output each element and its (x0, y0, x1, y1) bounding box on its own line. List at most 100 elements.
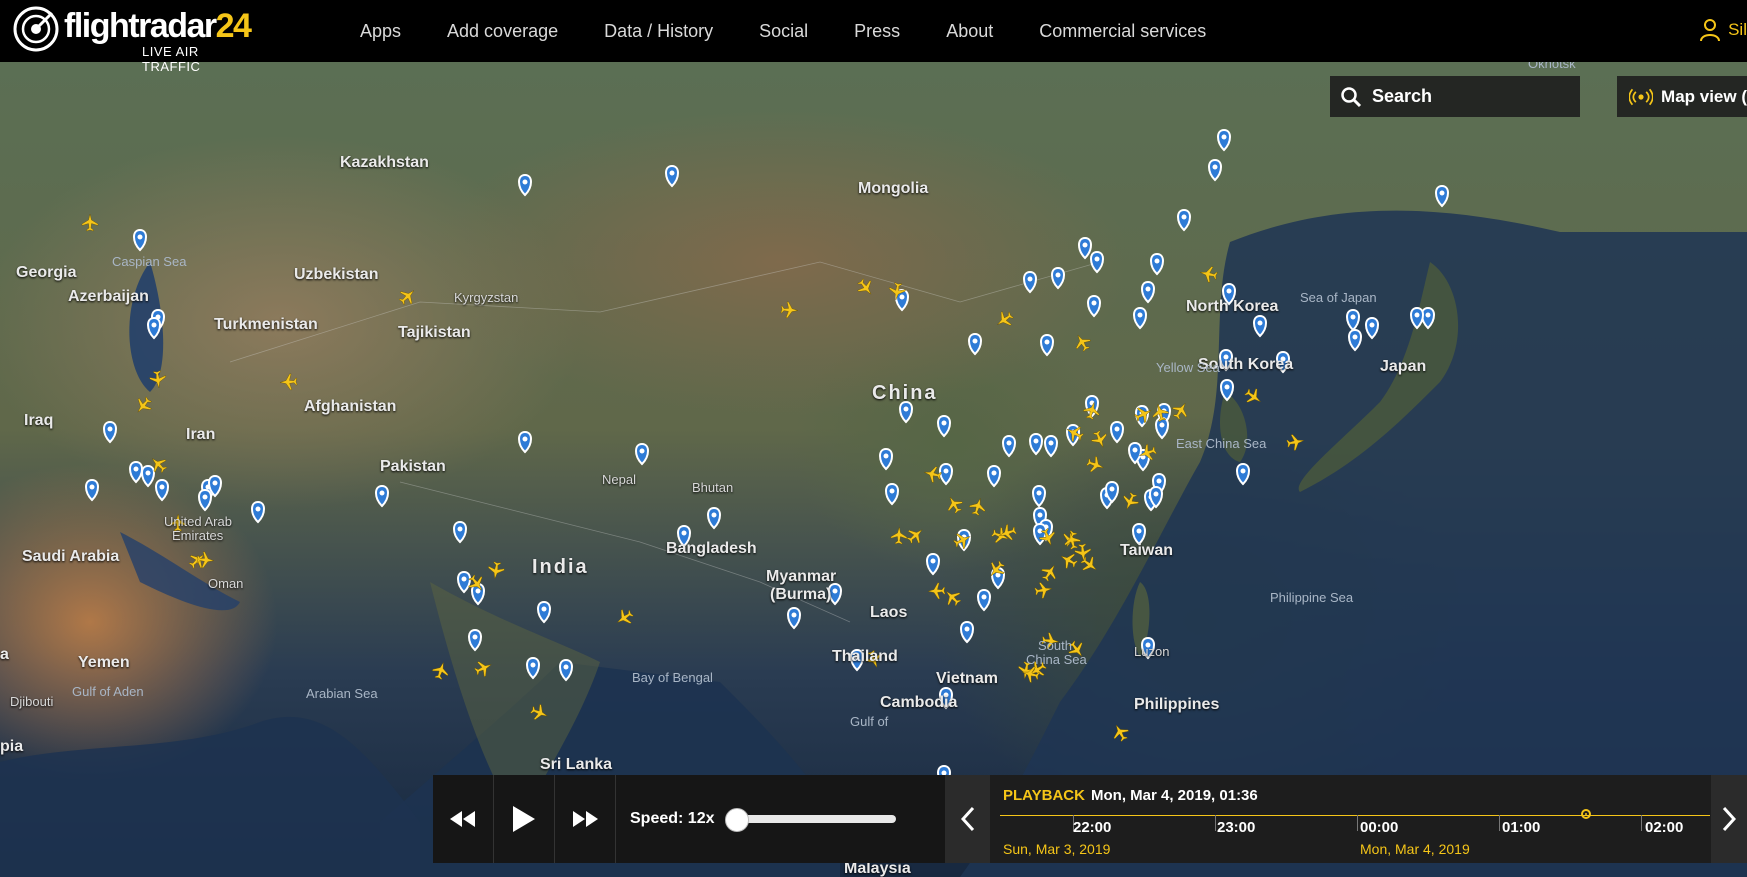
airport-marker-icon[interactable] (1435, 184, 1449, 208)
airport-marker-icon[interactable] (1217, 128, 1231, 152)
nav-social[interactable]: Social (759, 21, 808, 42)
flight-map[interactable]: Kazakhstan Mongolia Georgia Azerbaijan U… (0, 62, 1747, 877)
airport-marker-icon[interactable] (155, 478, 169, 502)
airplane-icon[interactable] (943, 493, 965, 516)
airport-marker-icon[interactable] (518, 173, 532, 197)
airport-marker-icon[interactable] (537, 600, 551, 624)
airport-marker-icon[interactable] (635, 442, 649, 466)
airplane-icon[interactable] (1034, 581, 1054, 600)
airport-marker-icon[interactable] (1032, 484, 1046, 508)
airport-marker-icon[interactable] (1177, 208, 1191, 232)
airport-marker-icon[interactable] (103, 420, 117, 444)
label-pakistan: Pakistan (380, 458, 446, 475)
timeline-next-button[interactable] (1711, 775, 1747, 863)
search-box[interactable]: Search (1330, 76, 1580, 117)
airport-marker-icon[interactable] (787, 606, 801, 630)
airplane-icon[interactable] (487, 561, 505, 580)
airplane-icon[interactable] (431, 660, 451, 681)
timeline-current-marker[interactable] (1581, 809, 1591, 819)
airport-marker-icon[interactable] (1078, 236, 1092, 260)
timeline-axis[interactable] (1000, 815, 1710, 816)
airport-marker-icon[interactable] (133, 228, 147, 252)
airport-marker-icon[interactable] (1002, 434, 1016, 458)
airport-marker-icon[interactable] (251, 500, 265, 524)
nav-about[interactable]: About (946, 21, 993, 42)
airport-marker-icon[interactable] (1132, 522, 1146, 546)
airplane-icon[interactable] (1199, 265, 1219, 284)
airplane-icon[interactable] (1020, 664, 1040, 684)
airport-marker-icon[interactable] (1033, 522, 1047, 546)
airport-marker-icon[interactable] (1023, 270, 1037, 294)
airport-marker-icon[interactable] (1090, 250, 1104, 274)
airplane-icon[interactable] (854, 276, 877, 299)
timeline-prev-button[interactable] (945, 775, 990, 863)
airplane-icon[interactable] (890, 526, 908, 545)
airplane-icon[interactable] (1078, 553, 1101, 576)
user-menu[interactable]: Sil (1700, 18, 1747, 42)
airplane-icon[interactable] (196, 551, 215, 569)
nav-press[interactable]: Press (854, 21, 900, 42)
airport-marker-icon[interactable] (899, 400, 913, 424)
airport-marker-icon[interactable] (1087, 294, 1101, 318)
airport-marker-icon[interactable] (1155, 416, 1169, 440)
airplane-icon[interactable] (396, 285, 419, 308)
airport-marker-icon[interactable] (1141, 280, 1155, 304)
airport-marker-icon[interactable] (453, 520, 467, 544)
airplane-icon[interactable] (968, 496, 988, 517)
nav-commercial-services[interactable]: Commercial services (1039, 21, 1206, 42)
airplane-icon[interactable] (132, 394, 155, 417)
rewind-button[interactable] (433, 775, 494, 863)
airplane-icon[interactable] (927, 582, 946, 600)
airplane-icon[interactable] (904, 524, 927, 547)
airport-marker-icon[interactable] (141, 464, 155, 488)
airport-marker-icon[interactable] (1051, 266, 1065, 290)
nav-data-history[interactable]: Data / History (604, 21, 713, 42)
fast-forward-button[interactable] (555, 775, 616, 863)
airplane-icon[interactable] (1038, 561, 1061, 584)
airplane-icon[interactable] (81, 213, 99, 232)
label-vietnam: Vietnam (936, 670, 998, 687)
airplane-icon[interactable] (1074, 543, 1092, 562)
play-button[interactable] (494, 775, 555, 863)
airplane-icon[interactable] (1119, 491, 1141, 513)
airport-marker-icon[interactable] (960, 620, 974, 644)
airport-marker-icon[interactable] (926, 552, 940, 576)
airport-marker-icon[interactable] (1044, 434, 1058, 458)
airplane-icon[interactable] (279, 373, 298, 391)
airplane-icon[interactable] (613, 606, 636, 629)
nav-apps[interactable]: Apps (360, 21, 401, 42)
airport-marker-icon[interactable] (879, 447, 893, 471)
airplane-icon[interactable] (780, 301, 799, 319)
airport-marker-icon[interactable] (987, 464, 1001, 488)
airport-marker-icon[interactable] (977, 588, 991, 612)
airplane-icon[interactable] (1089, 429, 1110, 451)
airport-marker-icon[interactable] (1110, 420, 1124, 444)
airplane-icon[interactable] (1169, 399, 1192, 422)
airport-marker-icon[interactable] (198, 488, 212, 512)
airport-marker-icon[interactable] (939, 462, 953, 486)
map-view-button[interactable]: Map view ( (1617, 76, 1747, 117)
airplane-icon[interactable] (1085, 454, 1106, 475)
airport-marker-icon[interactable] (457, 570, 471, 594)
label-turkmenistan: Turkmenistan (214, 316, 318, 333)
airport-marker-icon[interactable] (1040, 333, 1054, 357)
airport-marker-icon[interactable] (968, 332, 982, 356)
airport-marker-icon[interactable] (1133, 306, 1147, 330)
speed-slider-knob[interactable] (725, 808, 750, 832)
airport-marker-icon[interactable] (129, 460, 143, 484)
airport-marker-icon[interactable] (885, 482, 899, 506)
airport-marker-icon[interactable] (1150, 252, 1164, 276)
airport-marker-icon[interactable] (1208, 158, 1222, 182)
airport-marker-icon[interactable] (375, 484, 389, 508)
airport-marker-icon[interactable] (518, 430, 532, 454)
airport-marker-icon[interactable] (707, 506, 721, 530)
flightradar24-logo[interactable]: flightradar24 LIVE AIR TRAFFIC (12, 5, 252, 74)
airplane-icon[interactable] (1071, 331, 1093, 354)
airport-marker-icon[interactable] (665, 164, 679, 188)
speed-slider[interactable] (725, 808, 897, 832)
nav-add-coverage[interactable]: Add coverage (447, 21, 558, 42)
airport-marker-icon[interactable] (937, 414, 951, 438)
airport-marker-icon[interactable] (85, 478, 99, 502)
airport-marker-icon[interactable] (1029, 432, 1043, 456)
airplane-icon[interactable] (993, 308, 1016, 331)
